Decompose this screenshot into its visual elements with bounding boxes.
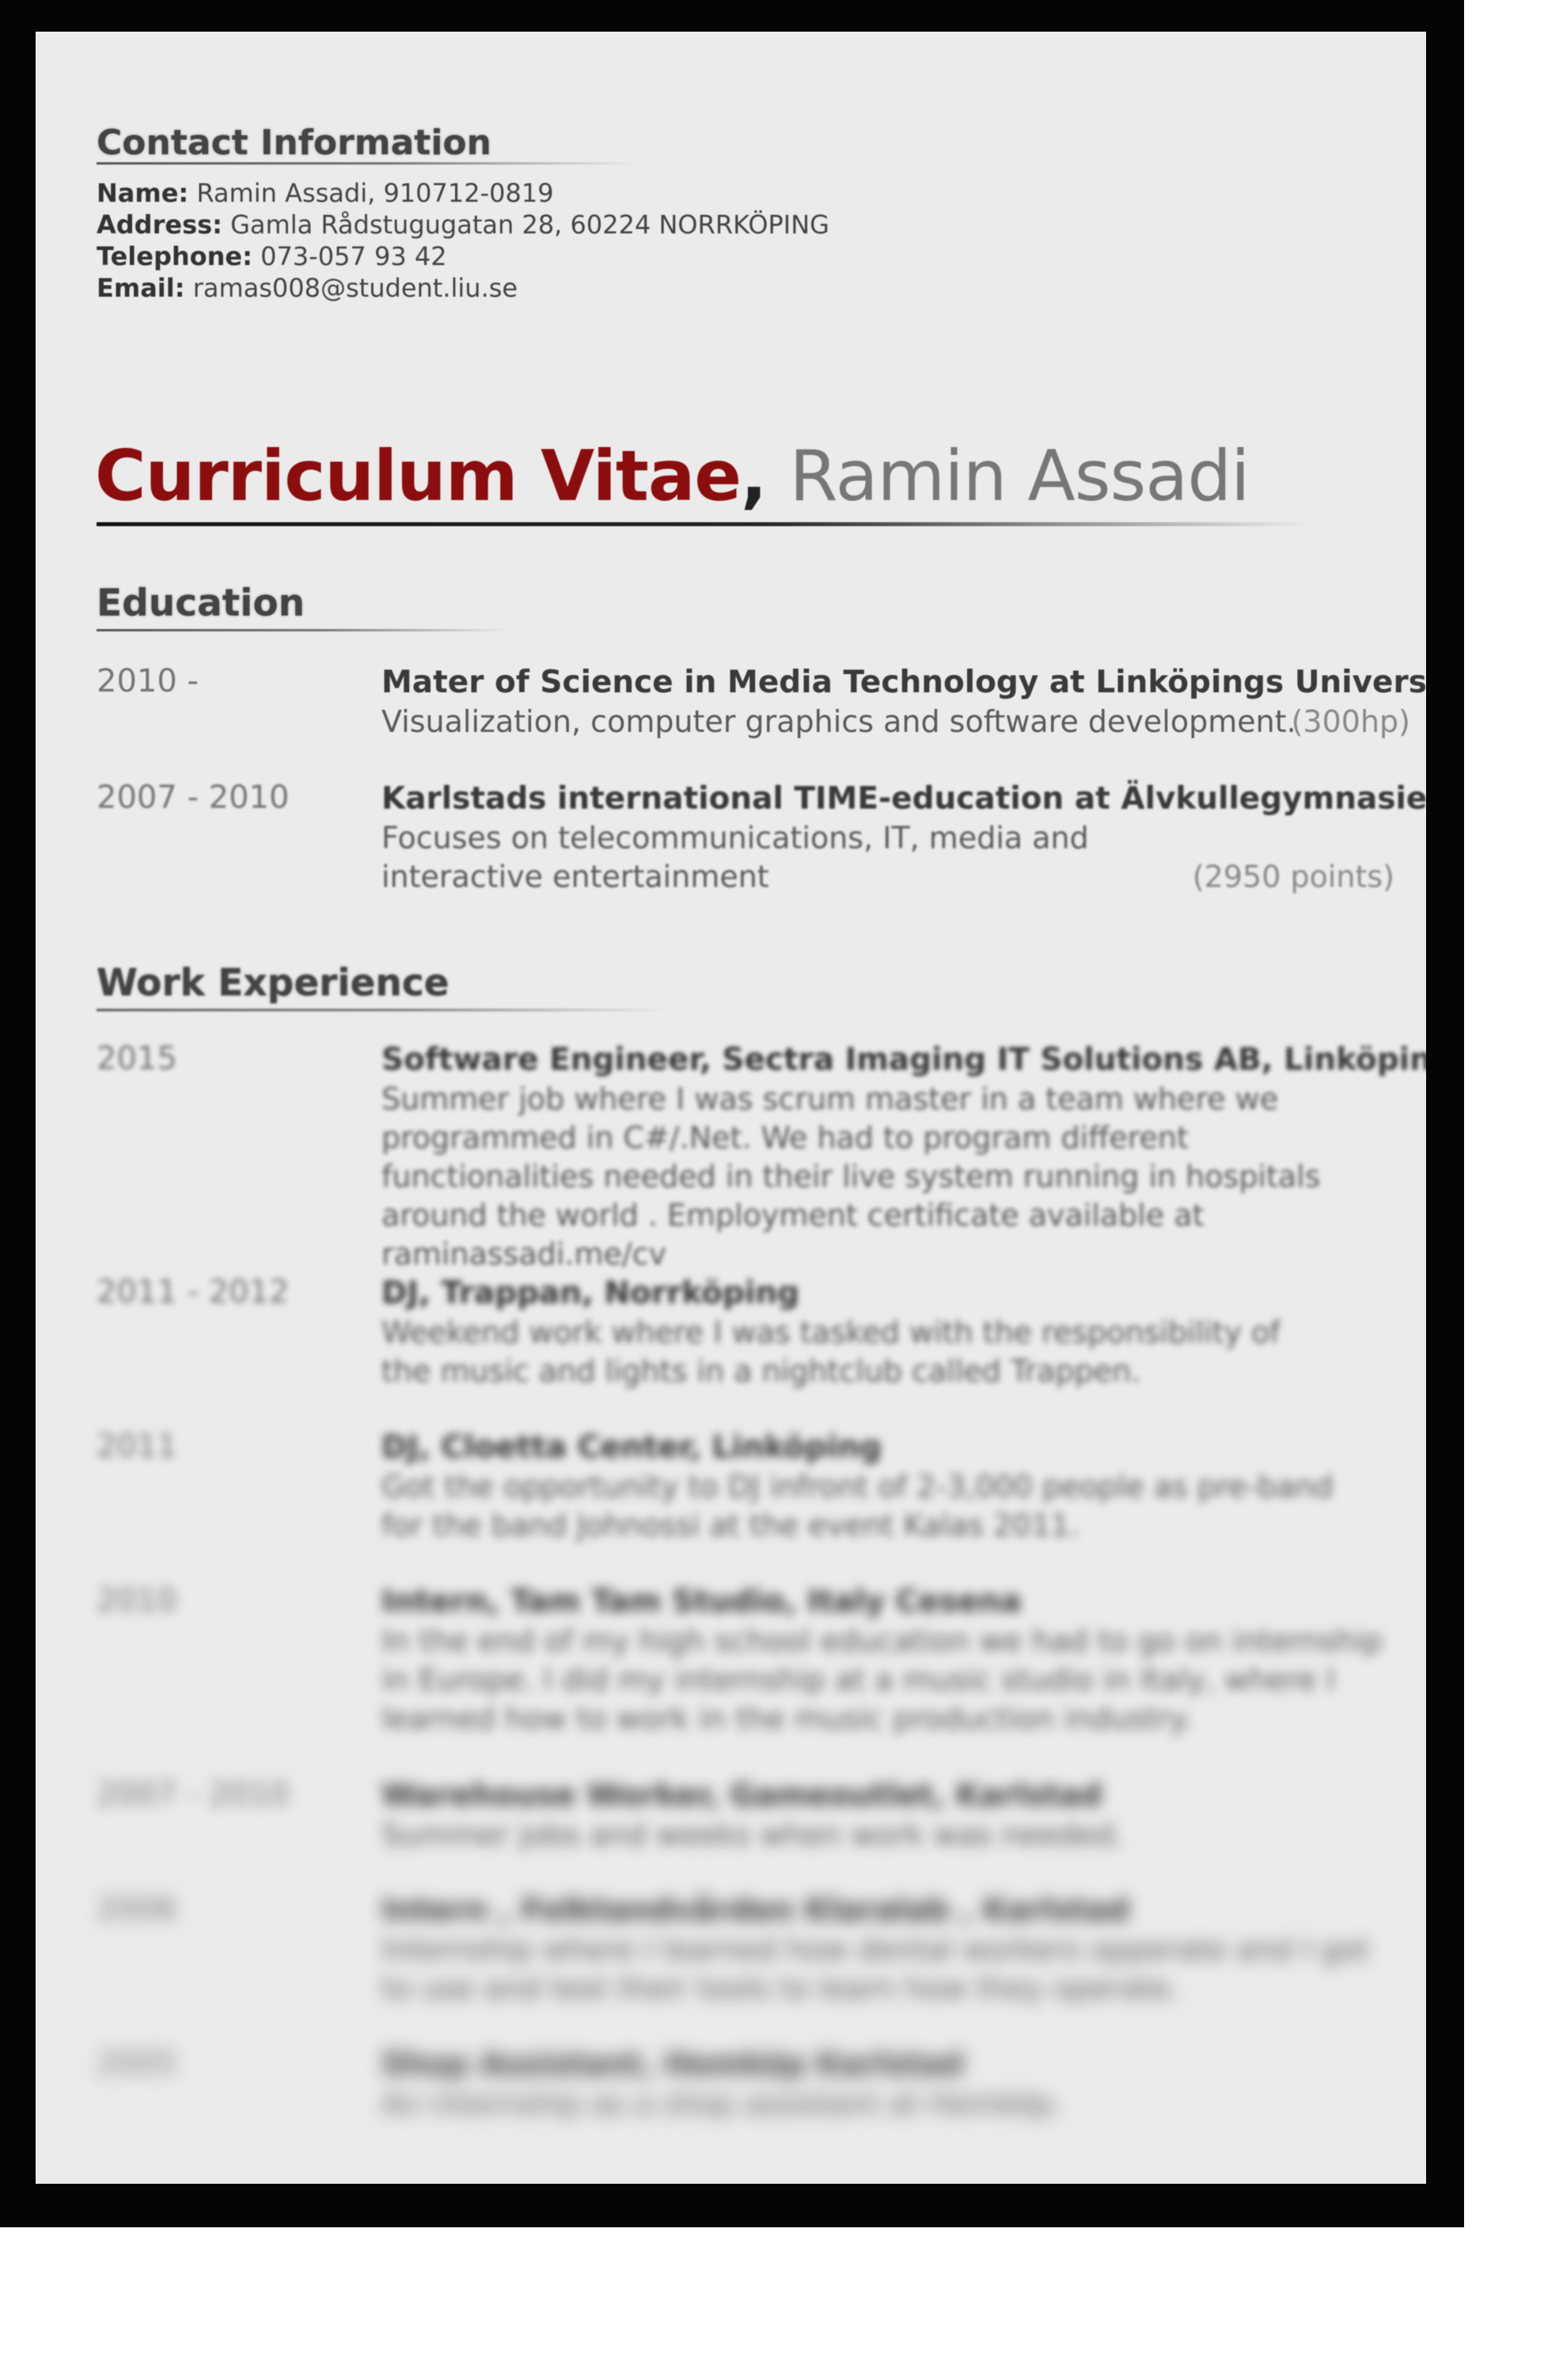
- contact-address-value: Gamla Rådstugugatan 28, 60224 NORRKÖPING: [230, 210, 829, 240]
- entry-body: DJ, Cloetta Center, Linköping Got the op…: [381, 1428, 1410, 1545]
- entry-body: Software Engineer, Sectra Imaging IT Sol…: [381, 1040, 1426, 1274]
- entry-body: Karlstads international TIME-education a…: [381, 779, 1426, 896]
- entry-date: 2015: [97, 1040, 177, 1077]
- entry-description: Weekend work where I was tasked with the…: [381, 1315, 1280, 1389]
- entry-description: Got the opportunity to DJ infront of 2-3…: [381, 1469, 1333, 1543]
- contact-address-label: Address:: [97, 210, 222, 240]
- title-name: Ramin Assadi: [789, 435, 1250, 517]
- entry-body: Intern, Tam Tam Studio, Italy Cesena In …: [381, 1582, 1410, 1738]
- entry-title: Intern, Tam Tam Studio, Italy Cesena: [381, 1584, 1022, 1620]
- entry-date: 2010: [97, 1582, 177, 1619]
- entry-description: Internship where I learned how dental wo…: [381, 1932, 1370, 2006]
- entry-description: Summer job where I was scrum master in a…: [381, 1082, 1321, 1271]
- contact-telephone: Telephone: 073-057 93 42: [97, 241, 447, 271]
- contact-name: Name: Ramin Assadi, 910712-0819: [97, 178, 554, 208]
- entry-description: In the end of my high school education w…: [381, 1624, 1383, 1736]
- entry-description-text: Visualization, computer graphics and sof…: [381, 704, 1296, 739]
- contact-email: Email: ramas008@student.liu.se: [97, 273, 518, 303]
- entry-title: Karlstads international TIME-education a…: [381, 781, 1426, 817]
- entry-points: (300hp): [1291, 704, 1410, 739]
- entry-date: 2006: [97, 1891, 177, 1927]
- entry-date: 2011 - 2012: [97, 1274, 290, 1310]
- entry-body: Shop Assistant, Hemköp Karlstad An inter…: [381, 2045, 1410, 2124]
- cv-document: Contact Information Name: Ramin Assadi, …: [36, 32, 1426, 2184]
- entry-points: (2950 points): [1192, 859, 1394, 894]
- education-heading: Education: [97, 582, 305, 625]
- entry-description: An internship as a shop assistant at Hem…: [381, 2086, 1063, 2121]
- entry-date: 2010 -: [97, 663, 199, 699]
- contact-email-value: ramas008@student.liu.se: [192, 273, 518, 303]
- entry-description-text: Focuses on telecommunications, IT, media…: [381, 820, 1089, 894]
- entry-body: Mater of Science in Media Technology at …: [381, 663, 1426, 741]
- contact-telephone-label: Telephone:: [97, 241, 252, 271]
- entry-title: Warehouse Worker, Gameoutlet, Karlstad: [381, 1778, 1102, 1813]
- contact-address: Address: Gamla Rådstugugatan 28, 60224 N…: [97, 210, 829, 240]
- education-entry: 2010 - Mater of Science in Media Technol…: [97, 663, 1426, 742]
- education-entry: 2007 - 2010 Karlstads international TIME…: [97, 779, 1426, 898]
- contact-telephone-value: 073-057 93 42: [260, 241, 447, 271]
- entry-title: Mater of Science in Media Technology at …: [381, 665, 1426, 700]
- work-heading-rule: [97, 1009, 666, 1011]
- document-title: Curriculum Vitae, Ramin Assadi: [95, 435, 1250, 517]
- entry-title: DJ, Cloetta Center, Linköping: [381, 1430, 882, 1465]
- entry-description: Visualization, computer graphics and sof…: [381, 703, 1410, 741]
- work-heading: Work Experience: [97, 961, 450, 1005]
- title-main: Curriculum Vitae: [95, 435, 742, 517]
- entry-body: Warehouse Worker, Gameoutlet, Karlstad S…: [381, 1776, 1410, 1855]
- entry-title: Software Engineer, Sectra Imaging IT Sol…: [381, 1042, 1426, 1078]
- entry-date: 2007 - 2010: [97, 1776, 290, 1813]
- entry-date: 2007 - 2010: [97, 779, 290, 816]
- entry-description: Focuses on telecommunications, IT, media…: [381, 819, 1394, 896]
- entry-date: 2005: [97, 2045, 177, 2082]
- contact-heading-rule: [97, 162, 635, 165]
- entry-body: DJ, Trappan, Norrköping Weekend work whe…: [381, 1274, 1410, 1391]
- contact-email-label: Email:: [97, 273, 185, 303]
- title-rule: [97, 522, 1307, 526]
- entry-title: Intern , Folktandvården Klaralab , Karls…: [381, 1893, 1130, 1928]
- entry-description: Summer jobs and weeks when work was need…: [381, 1817, 1124, 1852]
- entry-title: DJ, Trappan, Norrköping: [381, 1275, 800, 1311]
- contact-name-value: Ramin Assadi, 910712-0819: [196, 178, 554, 208]
- picture-frame: Contact Information Name: Ramin Assadi, …: [0, 0, 1464, 2227]
- entry-title: Shop Assistant, Hemköp Karlstad: [381, 2047, 964, 2082]
- entry-date: 2011: [97, 1428, 177, 1465]
- contact-name-label: Name:: [97, 178, 189, 208]
- education-heading-rule: [97, 629, 508, 631]
- entry-body: Intern , Folktandvården Klaralab , Karls…: [381, 1891, 1410, 2008]
- title-separator: ,: [741, 435, 768, 517]
- contact-heading: Contact Information: [97, 123, 491, 163]
